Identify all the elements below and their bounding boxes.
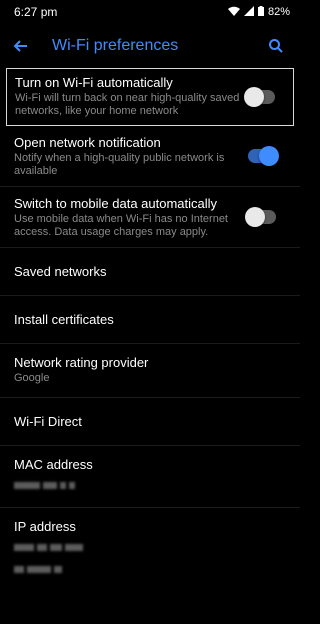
- setting-saved-networks[interactable]: Saved networks: [0, 248, 300, 296]
- status-bar: 6:27 pm 82%: [0, 0, 300, 24]
- setting-turn-on-wifi-automatically[interactable]: Turn on Wi-Fi automatically Wi-Fi will t…: [6, 68, 294, 126]
- setting-label: Network rating provider: [14, 355, 149, 370]
- setting-description: Google: [14, 372, 50, 384]
- status-icons: 82%: [227, 5, 290, 19]
- setting-label: Install certificates: [14, 312, 114, 327]
- search-icon[interactable]: [264, 34, 288, 58]
- setting-description: Notify when a high-quality public networ…: [14, 152, 225, 177]
- setting-network-rating-provider[interactable]: Network rating provider Google: [0, 344, 300, 398]
- setting-ip-address: IP address: [0, 508, 300, 591]
- setting-label: Saved networks: [14, 264, 107, 279]
- toggle-switch[interactable]: [245, 207, 276, 227]
- app-bar: Wi-Fi preferences: [0, 24, 300, 68]
- setting-label: IP address: [14, 519, 76, 534]
- toggle-switch[interactable]: [244, 87, 275, 107]
- setting-label: Open network notification: [14, 135, 161, 150]
- back-arrow-icon[interactable]: [8, 34, 32, 58]
- setting-switch-to-mobile-data[interactable]: Switch to mobile data automatically Use …: [0, 187, 300, 248]
- battery-icon: [257, 5, 264, 19]
- wifi-icon: [227, 6, 240, 19]
- redacted-mac-address: [14, 477, 250, 495]
- setting-install-certificates[interactable]: Install certificates: [0, 296, 300, 344]
- page-title: Wi-Fi preferences: [52, 37, 179, 54]
- setting-mac-address: MAC address: [0, 446, 300, 508]
- setting-label: MAC address: [14, 457, 93, 472]
- toggle-knob: [245, 207, 265, 227]
- setting-open-network-notification[interactable]: Open network notification Notify when a …: [0, 126, 300, 187]
- status-time: 6:27 pm: [14, 5, 58, 19]
- toggle-knob: [244, 87, 264, 107]
- toggle-switch[interactable]: [248, 146, 279, 166]
- battery-level: 82%: [267, 6, 290, 18]
- signal-icon: [243, 5, 254, 19]
- setting-description: Use mobile data when Wi-Fi has no Intern…: [14, 213, 228, 238]
- redacted-ip-address: [14, 539, 250, 557]
- redacted-ip-address-line-2: [14, 561, 250, 579]
- settings-list: Turn on Wi-Fi automatically Wi-Fi will t…: [0, 68, 300, 591]
- setting-wifi-direct[interactable]: Wi-Fi Direct: [0, 398, 300, 446]
- setting-description: Wi-Fi will turn back on near high-qualit…: [15, 92, 240, 117]
- setting-label: Wi-Fi Direct: [14, 414, 82, 429]
- setting-label: Turn on Wi-Fi automatically: [15, 75, 173, 90]
- setting-label: Switch to mobile data automatically: [14, 196, 218, 211]
- toggle-knob: [259, 146, 279, 166]
